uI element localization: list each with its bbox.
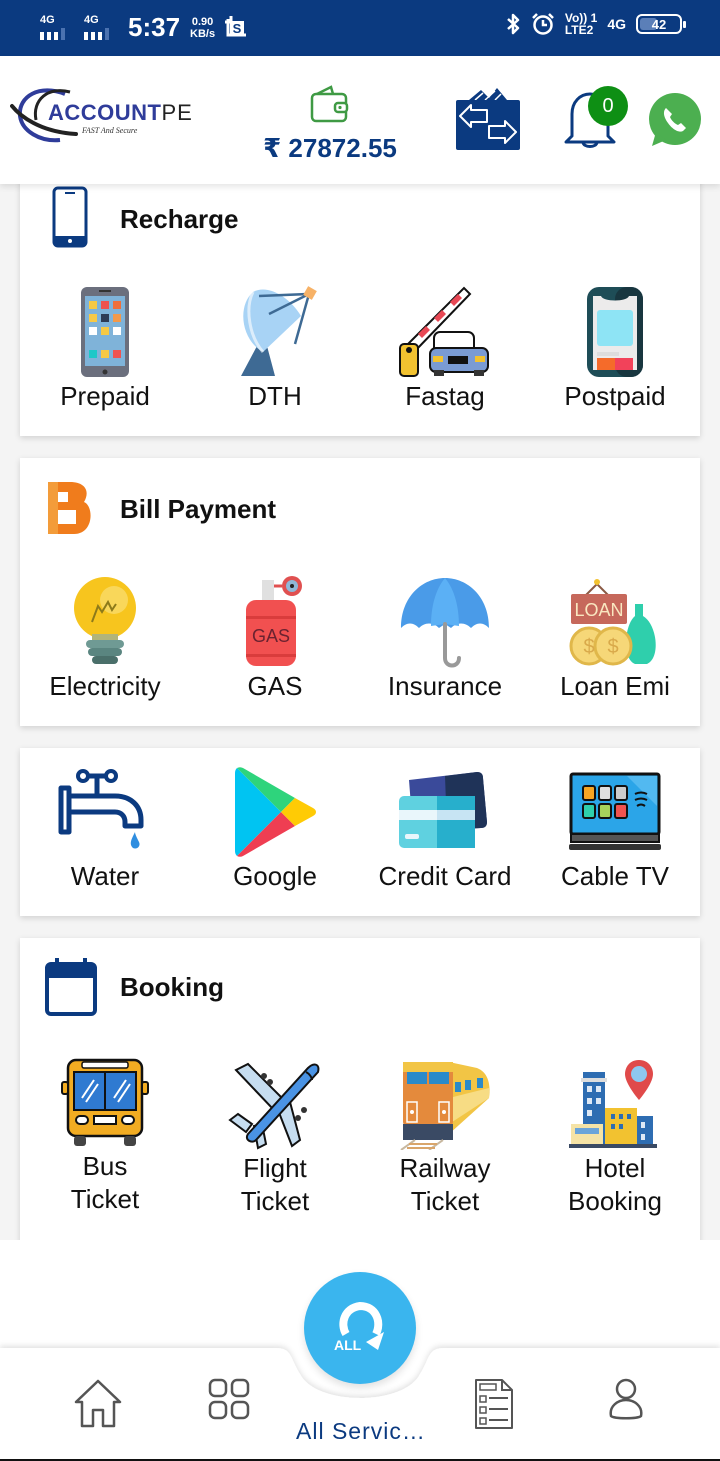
service-cable-tv[interactable]: Cable TV xyxy=(530,766,700,893)
app-header: ACCOUNTPE FAST And Secure ₹ 27872.55 0 xyxy=(0,56,720,184)
notification-badge: 0 xyxy=(588,86,628,126)
water-tap-icon xyxy=(58,769,144,849)
svg-text:LOAN: LOAN xyxy=(574,600,623,620)
toll-barrier-icon xyxy=(399,286,489,377)
google-play-icon xyxy=(235,767,316,857)
postpaid-phone-icon xyxy=(587,287,643,377)
bus-icon xyxy=(61,1058,149,1146)
user-icon xyxy=(609,1378,643,1420)
service-hotel-booking[interactable]: Hotel Booking xyxy=(530,1058,700,1218)
train-icon xyxy=(400,1062,490,1150)
service-loan-emi[interactable]: LOAN $ $ Loan Emi xyxy=(530,576,700,703)
service-prepaid[interactable]: Prepaid xyxy=(20,286,190,413)
balance-amount: ₹ 27872.55 xyxy=(263,133,397,163)
booking-card: Booking Bus Ticket Flight Ticket Railway… xyxy=(20,938,700,1258)
service-insurance[interactable]: Insurance xyxy=(360,576,530,703)
umbrella-icon xyxy=(401,578,489,668)
app-logo[interactable]: ACCOUNTPE FAST And Secure xyxy=(10,86,210,148)
smartphone-icon xyxy=(81,287,129,377)
bill-payment-section-icon xyxy=(48,482,91,534)
sim1-signal-icon: 4G xyxy=(38,14,72,42)
nav-apps[interactable] xyxy=(208,1378,250,1420)
grid-icon xyxy=(208,1378,250,1420)
service-water[interactable]: Water xyxy=(20,766,190,893)
service-railway-ticket[interactable]: Railway Ticket xyxy=(360,1058,530,1218)
bill-payment-card: Bill Payment Electricity GAS GAS Insuran… xyxy=(20,458,700,726)
service-electricity[interactable]: Electricity xyxy=(20,576,190,703)
svg-text:ALL: ALL xyxy=(334,1337,362,1353)
svg-text:$: $ xyxy=(607,636,618,658)
volte-indicator: Vo)) 1 LTE2 xyxy=(564,11,598,37)
service-bus-ticket[interactable]: Bus Ticket xyxy=(20,1058,190,1218)
hotel-icon xyxy=(569,1060,657,1148)
wallet-icon xyxy=(310,85,349,123)
cable-tv-icon xyxy=(569,772,661,850)
bluetooth-icon xyxy=(507,13,520,35)
svg-text:GAS: GAS xyxy=(252,626,290,646)
service-fastag[interactable]: Fastag xyxy=(360,286,530,413)
status-time: 5:37 xyxy=(128,12,181,42)
airplane-icon xyxy=(228,1062,320,1150)
report-icon xyxy=(475,1379,513,1429)
nav-all-services-label: All Servic… xyxy=(296,1418,426,1444)
all-services-icon: ALL xyxy=(334,1301,384,1353)
credit-card-icon xyxy=(399,772,487,848)
section-title-recharge: Recharge xyxy=(120,204,239,234)
sim2-signal-icon: 4G xyxy=(82,14,116,42)
notification-button[interactable]: 0 xyxy=(562,86,632,152)
wallet-balance[interactable]: ₹ 27872.55 xyxy=(250,84,410,164)
service-google[interactable]: Google xyxy=(190,766,360,893)
recharge-section-icon xyxy=(52,186,88,248)
network-speed: 0.90 KB/s xyxy=(190,15,216,40)
svg-text:S: S xyxy=(233,21,242,36)
section-title-booking: Booking xyxy=(120,972,224,1002)
nav-home[interactable] xyxy=(72,1378,124,1430)
light-bulb-icon xyxy=(74,577,136,664)
utilities-card: Water Google Credit Card Cable TV xyxy=(20,748,700,916)
network-type: 4G xyxy=(607,16,626,32)
whatsapp-icon[interactable] xyxy=(646,92,702,148)
service-flight-ticket[interactable]: Flight Ticket xyxy=(190,1058,360,1218)
service-gas[interactable]: GAS GAS xyxy=(190,576,360,703)
booking-section-icon xyxy=(45,958,97,1016)
section-title-bill-payment: Bill Payment xyxy=(120,494,277,524)
screenshot-app-icon: S xyxy=(225,15,247,36)
service-postpaid[interactable]: Postpaid xyxy=(530,286,700,413)
home-icon xyxy=(74,1379,122,1428)
nav-reports[interactable] xyxy=(474,1378,514,1430)
alarm-icon xyxy=(531,13,554,35)
loan-icon: LOAN $ $ xyxy=(569,579,656,666)
recharge-card: Recharge Prepaid DTH Fastag Postpaid xyxy=(20,160,700,436)
battery-icon: 42 xyxy=(636,14,686,34)
gas-cylinder-icon: GAS xyxy=(246,576,302,666)
all-services-button[interactable]: ALL xyxy=(304,1272,416,1384)
service-credit-card[interactable]: Credit Card xyxy=(360,766,530,893)
svg-text:$: $ xyxy=(583,636,594,658)
status-bar: 4G 4G 5:37 0.90 KB/s S Vo)) 1 LTE2 4G 42 xyxy=(0,0,720,56)
service-dth[interactable]: DTH xyxy=(190,286,360,413)
money-transfer-icon[interactable] xyxy=(455,88,521,152)
nav-profile[interactable] xyxy=(608,1378,644,1420)
satellite-dish-icon xyxy=(241,286,317,376)
